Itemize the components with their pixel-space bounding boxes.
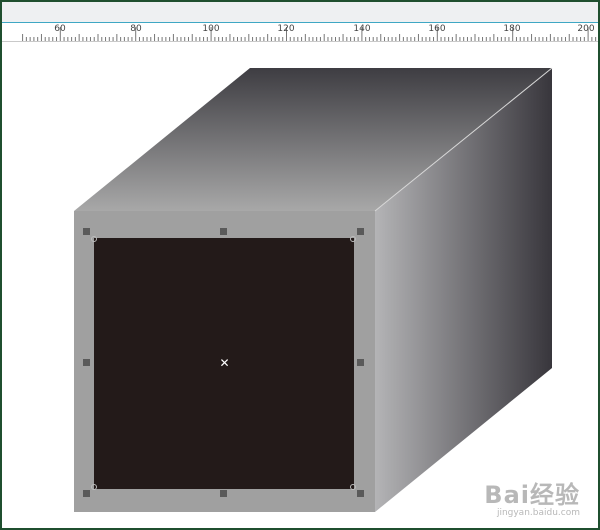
ruler-label-200: 200 <box>577 24 595 34</box>
watermark-url: jingyan.baidu.com <box>496 508 580 518</box>
handle-middle-right[interactable] <box>357 359 364 366</box>
watermark-brand: Bai经验 <box>484 481 580 509</box>
ruler-label-100: 100 <box>202 24 220 34</box>
node-bottom-right[interactable] <box>350 484 356 490</box>
handle-top-left[interactable] <box>83 228 90 235</box>
ruler-label-180: 180 <box>503 24 521 34</box>
handle-bottom-middle[interactable] <box>220 490 227 497</box>
toolbar-strip <box>2 2 598 23</box>
watermark: Bai经验 jingyan.baidu.com <box>484 475 580 518</box>
ruler-label-140: 140 <box>353 24 371 34</box>
handle-middle-left[interactable] <box>83 359 90 366</box>
drawing-canvas[interactable]: ✕ <box>2 42 598 528</box>
ruler-label-160: 160 <box>428 24 446 34</box>
ruler-label-80: 80 <box>130 24 142 34</box>
handle-bottom-right[interactable] <box>357 490 364 497</box>
box-drawing <box>74 67 553 512</box>
handle-bottom-left[interactable] <box>83 490 90 497</box>
ruler-label-60: 60 <box>54 24 66 34</box>
handle-top-right[interactable] <box>357 228 364 235</box>
center-x-icon[interactable]: ✕ <box>219 357 230 369</box>
drawing-window: 60 80 100 120 140 160 180 200 ✕ Bai经验 ji… <box>0 0 600 530</box>
ruler-label-120: 120 <box>277 24 295 34</box>
horizontal-ruler[interactable]: 60 80 100 120 140 160 180 200 <box>2 23 598 42</box>
node-bottom-left[interactable] <box>91 484 97 490</box>
node-top-right[interactable] <box>350 236 356 242</box>
node-top-left[interactable] <box>91 236 97 242</box>
handle-top-middle[interactable] <box>220 228 227 235</box>
